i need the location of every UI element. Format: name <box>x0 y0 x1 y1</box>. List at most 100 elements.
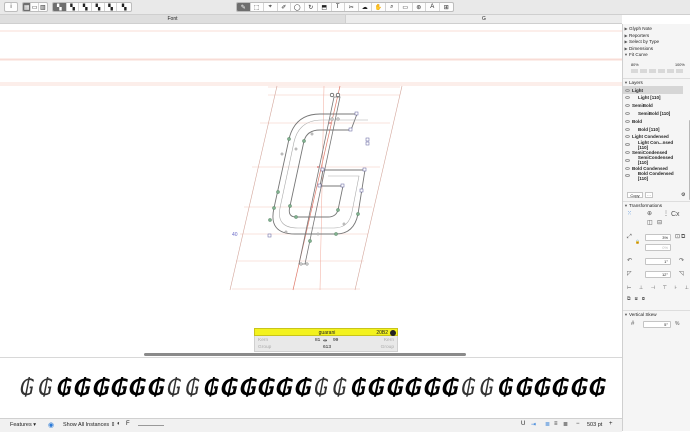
rotate-cw-icon[interactable]: ↷ <box>679 258 684 265</box>
eye-icon[interactable] <box>625 104 630 108</box>
tab-glyph[interactable]: G <box>346 15 622 23</box>
eye-icon[interactable] <box>625 88 630 92</box>
scale-field[interactable]: 3% <box>645 234 671 241</box>
align-left-edge-icon[interactable]: ⊢ <box>627 285 631 292</box>
fit-curve-buttons[interactable] <box>631 69 683 73</box>
align-center-icon[interactable]: ≡ <box>554 421 558 427</box>
scale-down-icon[interactable]: ⊡ <box>675 234 680 241</box>
layer-item[interactable]: Light [110] <box>623 94 683 102</box>
features-button[interactable]: Features ▾ <box>10 422 36 428</box>
rotate-ccw-icon[interactable]: ↶ <box>627 258 632 265</box>
scale-tool[interactable]: ⬒ <box>318 3 332 11</box>
edit-view-button[interactable]: ▭ <box>31 3 39 11</box>
zoom-in-icon[interactable]: + <box>609 421 613 427</box>
slant-right-icon[interactable]: ◹ <box>679 271 684 278</box>
intersect-icon[interactable]: ⧇ <box>642 296 645 303</box>
scale-field-vertical[interactable]: 0% <box>645 244 671 251</box>
master-bold-button[interactable]: ▚ <box>79 3 93 11</box>
tab-font[interactable]: Font <box>0 15 346 23</box>
sidebearing-link-icon[interactable]: ⇹ <box>323 338 327 344</box>
color-mode-icon[interactable]: ◐ <box>117 421 121 427</box>
font-indicator[interactable]: F <box>126 421 130 427</box>
section-fit-curve[interactable]: ▼ Fit Curve <box>623 51 690 58</box>
layer-item[interactable]: SemiBold [110] <box>623 109 683 117</box>
list-view-button[interactable]: ▥ <box>39 3 47 11</box>
pencil-tool[interactable]: ✐ <box>278 3 291 11</box>
align-bottom-icon[interactable]: ⊥ <box>685 285 689 292</box>
transformations-header[interactable]: ▼ Transformations <box>623 201 690 208</box>
layer-options-button[interactable]: … <box>645 192 653 198</box>
master-bold-condensed-button[interactable]: ▚ <box>117 3 131 11</box>
eye-icon[interactable] <box>625 111 630 115</box>
instances-popup[interactable]: Show All Instances ⇕ <box>63 422 115 428</box>
select-tool[interactable]: ✎ <box>237 3 251 11</box>
eye-icon[interactable] <box>625 135 630 139</box>
align-hcenter-icon[interactable]: ⊥ <box>639 285 643 292</box>
underline-icon[interactable]: U <box>521 421 525 427</box>
image-tool[interactable]: ⊛ <box>413 3 426 11</box>
font-size-field[interactable]: 503 pt <box>587 422 602 428</box>
flip-horizontal-icon[interactable]: ◫ <box>647 220 653 227</box>
eye-icon[interactable] <box>625 174 630 178</box>
slant-left-icon[interactable]: ◸ <box>627 271 632 278</box>
eye-icon[interactable] <box>625 150 630 154</box>
eye-icon[interactable] <box>625 166 630 170</box>
draw-tool[interactable]: ⌖ <box>264 3 278 11</box>
rotate-tool[interactable]: ↻ <box>305 3 318 11</box>
align-right-icon[interactable]: ≣ <box>563 421 568 428</box>
union-icon[interactable]: ⧉ <box>627 296 631 303</box>
ltr-icon[interactable]: ⇥ <box>531 421 536 428</box>
align-left-icon[interactable]: ≣ <box>545 421 550 428</box>
eye-icon[interactable] <box>625 127 630 131</box>
flip-vertical-icon[interactable]: ⊟ <box>657 220 662 227</box>
distribute-icon[interactable]: ⋮ <box>663 211 669 218</box>
rsb-field[interactable]: 99 <box>333 338 338 343</box>
edit-canvas[interactable]: 40 guarani 20B2 Kern Kern 81 ⇹ 99 Group … <box>0 24 622 356</box>
pen-select-tool[interactable]: ⬚ <box>251 3 264 11</box>
rotate-field[interactable]: 1° <box>645 258 671 265</box>
master-semibold-button[interactable]: ▚ <box>67 3 80 11</box>
vertical-skew-header[interactable]: ▼ Vertical Skew <box>623 310 690 317</box>
layer-item[interactable]: SemiCondensed [110] <box>623 155 683 165</box>
eye-icon[interactable] <box>625 158 630 162</box>
component-tool[interactable]: ⊞ <box>440 3 453 11</box>
slant-field[interactable]: 12° <box>645 271 671 278</box>
origin-grid-icon[interactable]: ⁙ <box>627 211 632 218</box>
copy-layer-button[interactable]: Copy <box>627 192 643 198</box>
eye-icon[interactable] <box>625 143 630 147</box>
layers-header[interactable]: ▼ Layers <box>623 78 690 85</box>
width-field[interactable]: 613 <box>323 345 331 350</box>
master-semicondensed-button[interactable]: ▚ <box>105 3 118 11</box>
knife-tool[interactable]: ✂ <box>345 3 359 11</box>
master-light-condensed-button[interactable]: ▚ <box>92 3 105 11</box>
layer-item[interactable]: Light Con...nsed [110] <box>623 140 683 150</box>
size-slider[interactable] <box>138 425 164 426</box>
master-light-button[interactable]: ▚ <box>53 3 67 11</box>
measure-tool[interactable]: ▭ <box>399 3 413 11</box>
grid-view-button[interactable]: ▦ <box>23 3 32 11</box>
align-selection-icon[interactable]: ⊕ <box>647 211 652 218</box>
text-tool[interactable]: T <box>332 3 345 11</box>
align-top-icon[interactable]: ⊤ <box>663 285 667 292</box>
lsb-field[interactable]: 81 <box>315 338 320 343</box>
eye-icon[interactable] <box>625 96 630 100</box>
layer-item[interactable]: Bold <box>623 117 683 125</box>
hand-tool[interactable]: ✋ <box>372 3 386 11</box>
anchor-tool[interactable]: A <box>426 3 440 11</box>
scale-up-icon[interactable]: ⧉ <box>681 234 685 241</box>
cx-icon[interactable]: Cx <box>671 211 680 218</box>
align-vcenter-icon[interactable]: ⊦ <box>675 285 678 292</box>
info-button[interactable]: i <box>4 2 18 12</box>
align-right-edge-icon[interactable]: ⊣ <box>651 285 655 292</box>
vertical-skew-field[interactable]: 5° <box>643 321 671 328</box>
layer-item[interactable]: Bold Condensed [110] <box>623 171 683 181</box>
horizontal-scrollbar[interactable] <box>144 353 466 356</box>
layer-item[interactable]: Bold [110] <box>623 125 683 133</box>
lock-icon[interactable]: 🔒 <box>635 238 640 245</box>
layer-item[interactable]: SemiBold <box>623 102 683 110</box>
glyph-name-bar[interactable]: guarani 20B2 <box>254 328 398 336</box>
vertical-skew-unit[interactable]: % <box>675 321 679 328</box>
annotation-tool[interactable]: ☁ <box>359 3 372 11</box>
layer-item[interactable]: Light <box>623 86 683 94</box>
zoom-tool[interactable]: ⌕ <box>386 3 399 11</box>
